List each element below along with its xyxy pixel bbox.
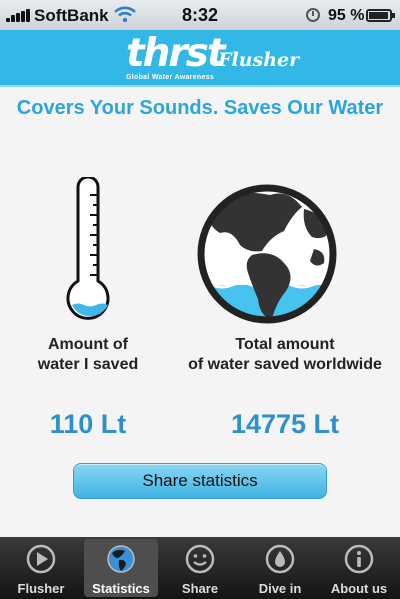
my-savings-value: 110 Lt xyxy=(49,409,127,439)
tagline: Covers Your Sounds. Saves Our Water xyxy=(16,97,384,119)
info-icon xyxy=(344,544,374,574)
tab-label: Dive in xyxy=(258,581,302,596)
world-savings-label: Total amount of water saved worldwide xyxy=(170,335,400,375)
app-header: thrst Global Water Awareness Flusher xyxy=(0,30,400,87)
my-savings-label-line1: Amount of xyxy=(48,336,128,353)
tab-about-us[interactable]: About us xyxy=(322,539,396,597)
globe-icon xyxy=(107,545,135,573)
share-statistics-button[interactable]: Share statistics xyxy=(73,463,327,499)
tab-label: Share xyxy=(181,581,219,596)
battery-percent: 95 % xyxy=(328,7,365,24)
tab-dive-in[interactable]: Dive in xyxy=(243,539,317,597)
tab-share[interactable]: Share xyxy=(163,539,237,597)
world-savings-label-line1: Total amount xyxy=(235,336,335,353)
statistics-panel: Covers Your Sounds. Saves Our Water Amou… xyxy=(0,87,400,537)
battery-icon xyxy=(366,9,395,22)
tab-bar: Flusher Statistics Share Dive in About u… xyxy=(0,537,400,599)
world-savings-label-line2: of water saved worldwide xyxy=(188,356,382,373)
logo: thrst xyxy=(126,31,225,76)
tab-label: Statistics xyxy=(92,581,150,596)
tab-statistics[interactable]: Statistics xyxy=(84,539,158,597)
app-name: Flusher xyxy=(218,49,300,71)
my-savings-label-line2: water I saved xyxy=(37,356,139,373)
status-bar: SoftBank 8:32 95 % xyxy=(0,0,400,30)
smiley-icon xyxy=(185,544,215,574)
water-drop-icon xyxy=(265,544,295,574)
logo-subtitle: Global Water Awareness xyxy=(126,74,215,81)
globe-icon xyxy=(197,184,337,324)
thermometer-icon xyxy=(66,177,110,320)
tab-label: About us xyxy=(330,581,388,596)
tab-flusher[interactable]: Flusher xyxy=(4,539,78,597)
tab-label: Flusher xyxy=(17,581,65,596)
world-savings-value: 14775 Lt xyxy=(230,409,340,439)
play-icon xyxy=(26,544,56,574)
orientation-lock-icon xyxy=(306,8,320,22)
my-savings-label: Amount of water I saved xyxy=(20,335,156,375)
